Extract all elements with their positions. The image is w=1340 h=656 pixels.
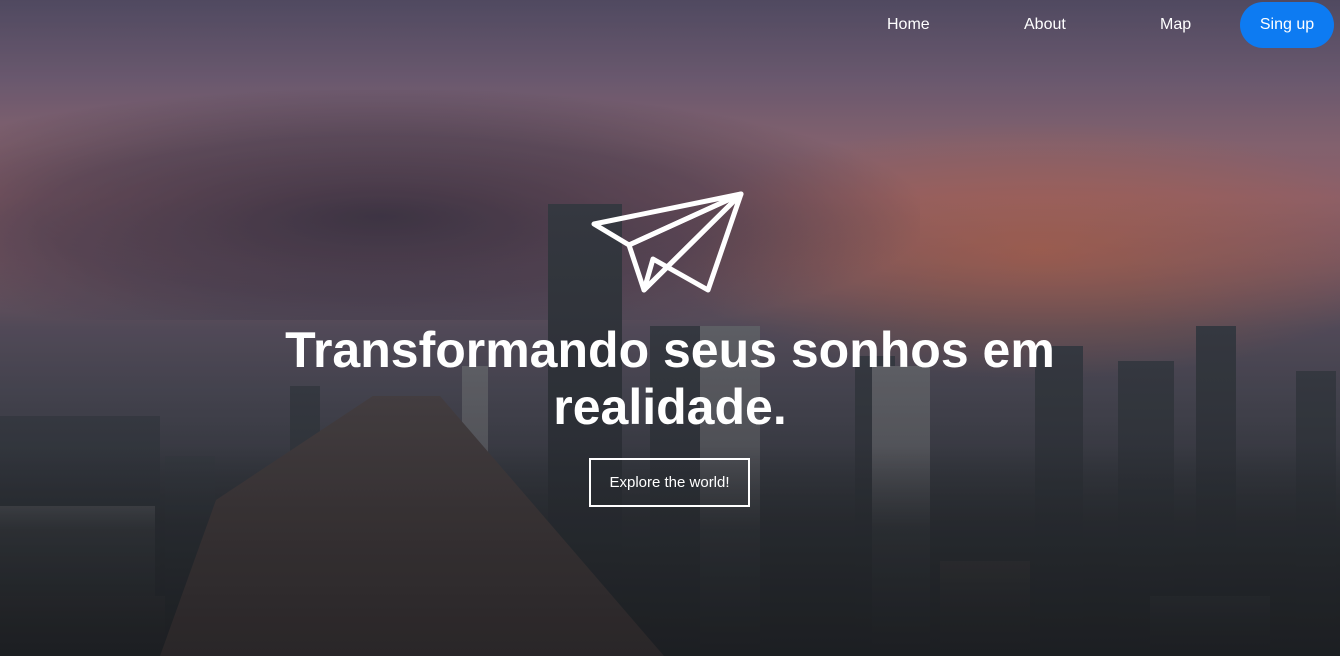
hero-headline: Transformando seus sonhos em realidade.: [285, 322, 1055, 435]
nav-home-link[interactable]: Home: [887, 16, 930, 34]
nav-map-link[interactable]: Map: [1160, 16, 1191, 34]
paper-plane-icon: [591, 191, 744, 293]
explore-button[interactable]: Explore the world!: [589, 458, 750, 507]
nav-about-link[interactable]: About: [1024, 16, 1066, 34]
hero-section: Home About Map Sing up Transformando seu…: [0, 0, 1340, 656]
signup-button[interactable]: Sing up: [1240, 2, 1334, 48]
